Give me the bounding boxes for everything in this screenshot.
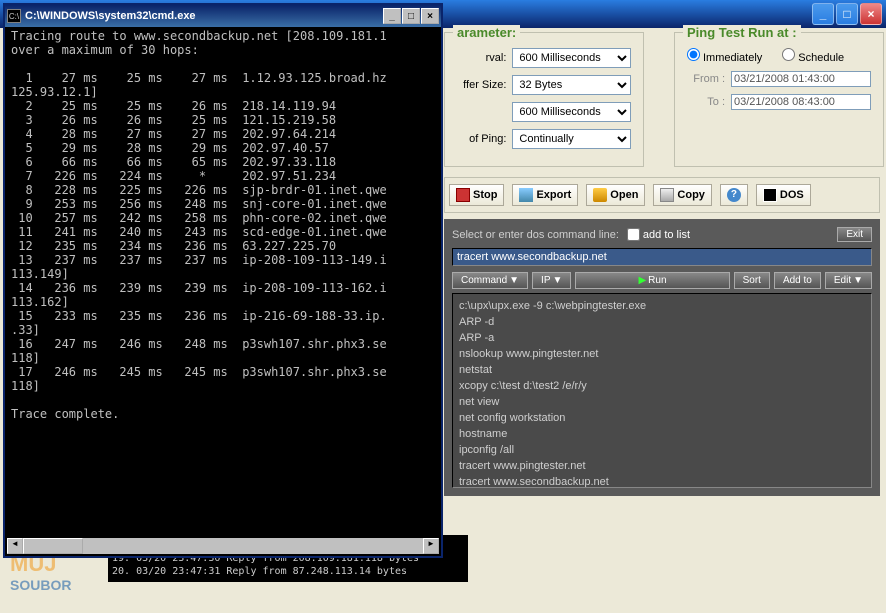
- cmd-title: C:\WINDOWS\system32\cmd.exe: [25, 10, 383, 22]
- scroll-left-button[interactable]: ◄: [7, 538, 23, 554]
- command-input[interactable]: [452, 248, 872, 266]
- cmd-window: C:\ C:\WINDOWS\system32\cmd.exe _ □ × Tr…: [3, 3, 443, 558]
- scroll-thumb[interactable]: [23, 538, 83, 554]
- list-item[interactable]: tracert www.secondbackup.net: [459, 474, 865, 488]
- dos-panel: Select or enter dos command line: add to…: [444, 219, 880, 496]
- schedule-radio[interactable]: Schedule: [782, 48, 844, 64]
- add-to-list-checkbox[interactable]: add to list: [627, 228, 690, 241]
- addto-button[interactable]: Add to: [774, 272, 821, 289]
- toolbar: Stop Export Open Copy ? DOS: [444, 177, 880, 213]
- parameter-title: arameter:: [453, 25, 520, 40]
- list-item[interactable]: tracert www.pingtester.net: [459, 458, 865, 474]
- export-button[interactable]: Export: [512, 184, 578, 206]
- buffer-label: ffer Size:: [457, 79, 506, 91]
- to-label: To :: [687, 96, 725, 108]
- run-group: Ping Test Run at : Immediately Schedule …: [674, 32, 884, 167]
- from-label: From :: [687, 73, 725, 85]
- dos-prompt-label: Select or enter dos command line:: [452, 229, 619, 241]
- dos-button[interactable]: DOS: [756, 184, 811, 206]
- interval-label: rval:: [457, 52, 506, 64]
- sort-button[interactable]: Sort: [734, 272, 770, 289]
- cmd-close-button[interactable]: ×: [421, 8, 439, 24]
- timeout-select[interactable]: 600 Milliseconds: [512, 102, 631, 122]
- list-item[interactable]: xcopy c:\test d:\test2 /e/r/y: [459, 378, 865, 394]
- close-button[interactable]: ×: [860, 3, 882, 25]
- command-dropdown[interactable]: Command ▼: [452, 272, 528, 289]
- scroll-right-button[interactable]: ►: [423, 538, 439, 554]
- list-item[interactable]: ipconfig /all: [459, 442, 865, 458]
- exit-button[interactable]: Exit: [837, 227, 872, 242]
- cmd-titlebar[interactable]: C:\ C:\WINDOWS\system32\cmd.exe _ □ ×: [5, 5, 441, 27]
- list-item[interactable]: net config workstation: [459, 410, 865, 426]
- cmd-icon: C:\: [7, 9, 21, 23]
- list-item[interactable]: netstat: [459, 362, 865, 378]
- open-button[interactable]: Open: [586, 184, 645, 206]
- command-list[interactable]: c:\upx\upx.exe -9 c:\webpingtester.exeAR…: [452, 293, 872, 488]
- help-button[interactable]: ?: [720, 184, 748, 206]
- maximize-button[interactable]: □: [836, 3, 858, 25]
- list-item[interactable]: ARP -d: [459, 314, 865, 330]
- list-item[interactable]: hostname: [459, 426, 865, 442]
- list-item[interactable]: net view: [459, 394, 865, 410]
- copy-icon: [660, 188, 674, 202]
- run-title: Ping Test Run at :: [683, 25, 801, 40]
- ping-select[interactable]: Continually: [512, 129, 631, 149]
- stop-icon: [456, 188, 470, 202]
- cmd-maximize-button[interactable]: □: [402, 8, 420, 24]
- export-icon: [519, 188, 533, 202]
- edit-dropdown[interactable]: Edit ▼: [825, 272, 872, 289]
- stop-button[interactable]: Stop: [449, 184, 504, 206]
- cmd-minimize-button[interactable]: _: [383, 8, 401, 24]
- cmd-scrollbar[interactable]: ◄ ►: [7, 538, 439, 554]
- parameter-group: arameter: rval: 600 Milliseconds ffer Si…: [444, 32, 644, 167]
- copy-button[interactable]: Copy: [653, 184, 712, 206]
- from-input[interactable]: [731, 71, 871, 87]
- play-icon: ▶: [638, 275, 646, 286]
- run-button[interactable]: ▶Run: [575, 272, 729, 289]
- list-item[interactable]: c:\upx\upx.exe -9 c:\webpingtester.exe: [459, 298, 865, 314]
- ping-label: of Ping:: [457, 133, 506, 145]
- minimize-button[interactable]: _: [812, 3, 834, 25]
- interval-select[interactable]: 600 Milliseconds: [512, 48, 631, 68]
- cmd-output: Tracing route to www.secondbackup.net [2…: [5, 27, 441, 541]
- dos-icon: [763, 188, 777, 202]
- list-item[interactable]: ARP -a: [459, 330, 865, 346]
- help-icon: ?: [727, 188, 741, 202]
- to-input[interactable]: [731, 94, 871, 110]
- immediately-radio[interactable]: Immediately: [687, 48, 762, 64]
- list-item[interactable]: nslookup www.pingtester.net: [459, 346, 865, 362]
- buffer-select[interactable]: 32 Bytes: [512, 75, 631, 95]
- open-icon: [593, 188, 607, 202]
- ip-dropdown[interactable]: IP ▼: [532, 272, 571, 289]
